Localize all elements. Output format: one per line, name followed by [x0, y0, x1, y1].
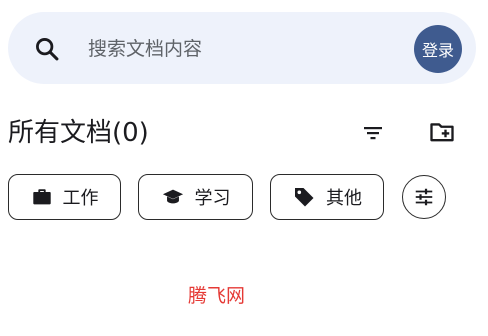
category-label: 工作 [62, 188, 99, 209]
category-label: 学习 [194, 188, 231, 209]
page-title: 所有文档(0) [8, 118, 149, 148]
watermark: 腾飞网 [188, 285, 246, 307]
create-new-folder-icon[interactable] [426, 116, 458, 148]
tag-icon [292, 185, 316, 209]
category-chip-other[interactable]: 其他 [270, 174, 384, 220]
graduation-cap-icon [161, 186, 185, 208]
search-icon[interactable] [33, 35, 61, 63]
tune-icon[interactable] [402, 175, 446, 219]
filter-list-icon[interactable] [357, 117, 389, 149]
category-chip-study[interactable]: 学习 [138, 174, 253, 220]
category-chip-work[interactable]: 工作 [8, 174, 121, 220]
login-button[interactable]: 登录 [414, 25, 462, 73]
search-input[interactable] [88, 36, 388, 62]
briefcase-icon [31, 186, 53, 208]
category-label: 其他 [326, 188, 362, 209]
